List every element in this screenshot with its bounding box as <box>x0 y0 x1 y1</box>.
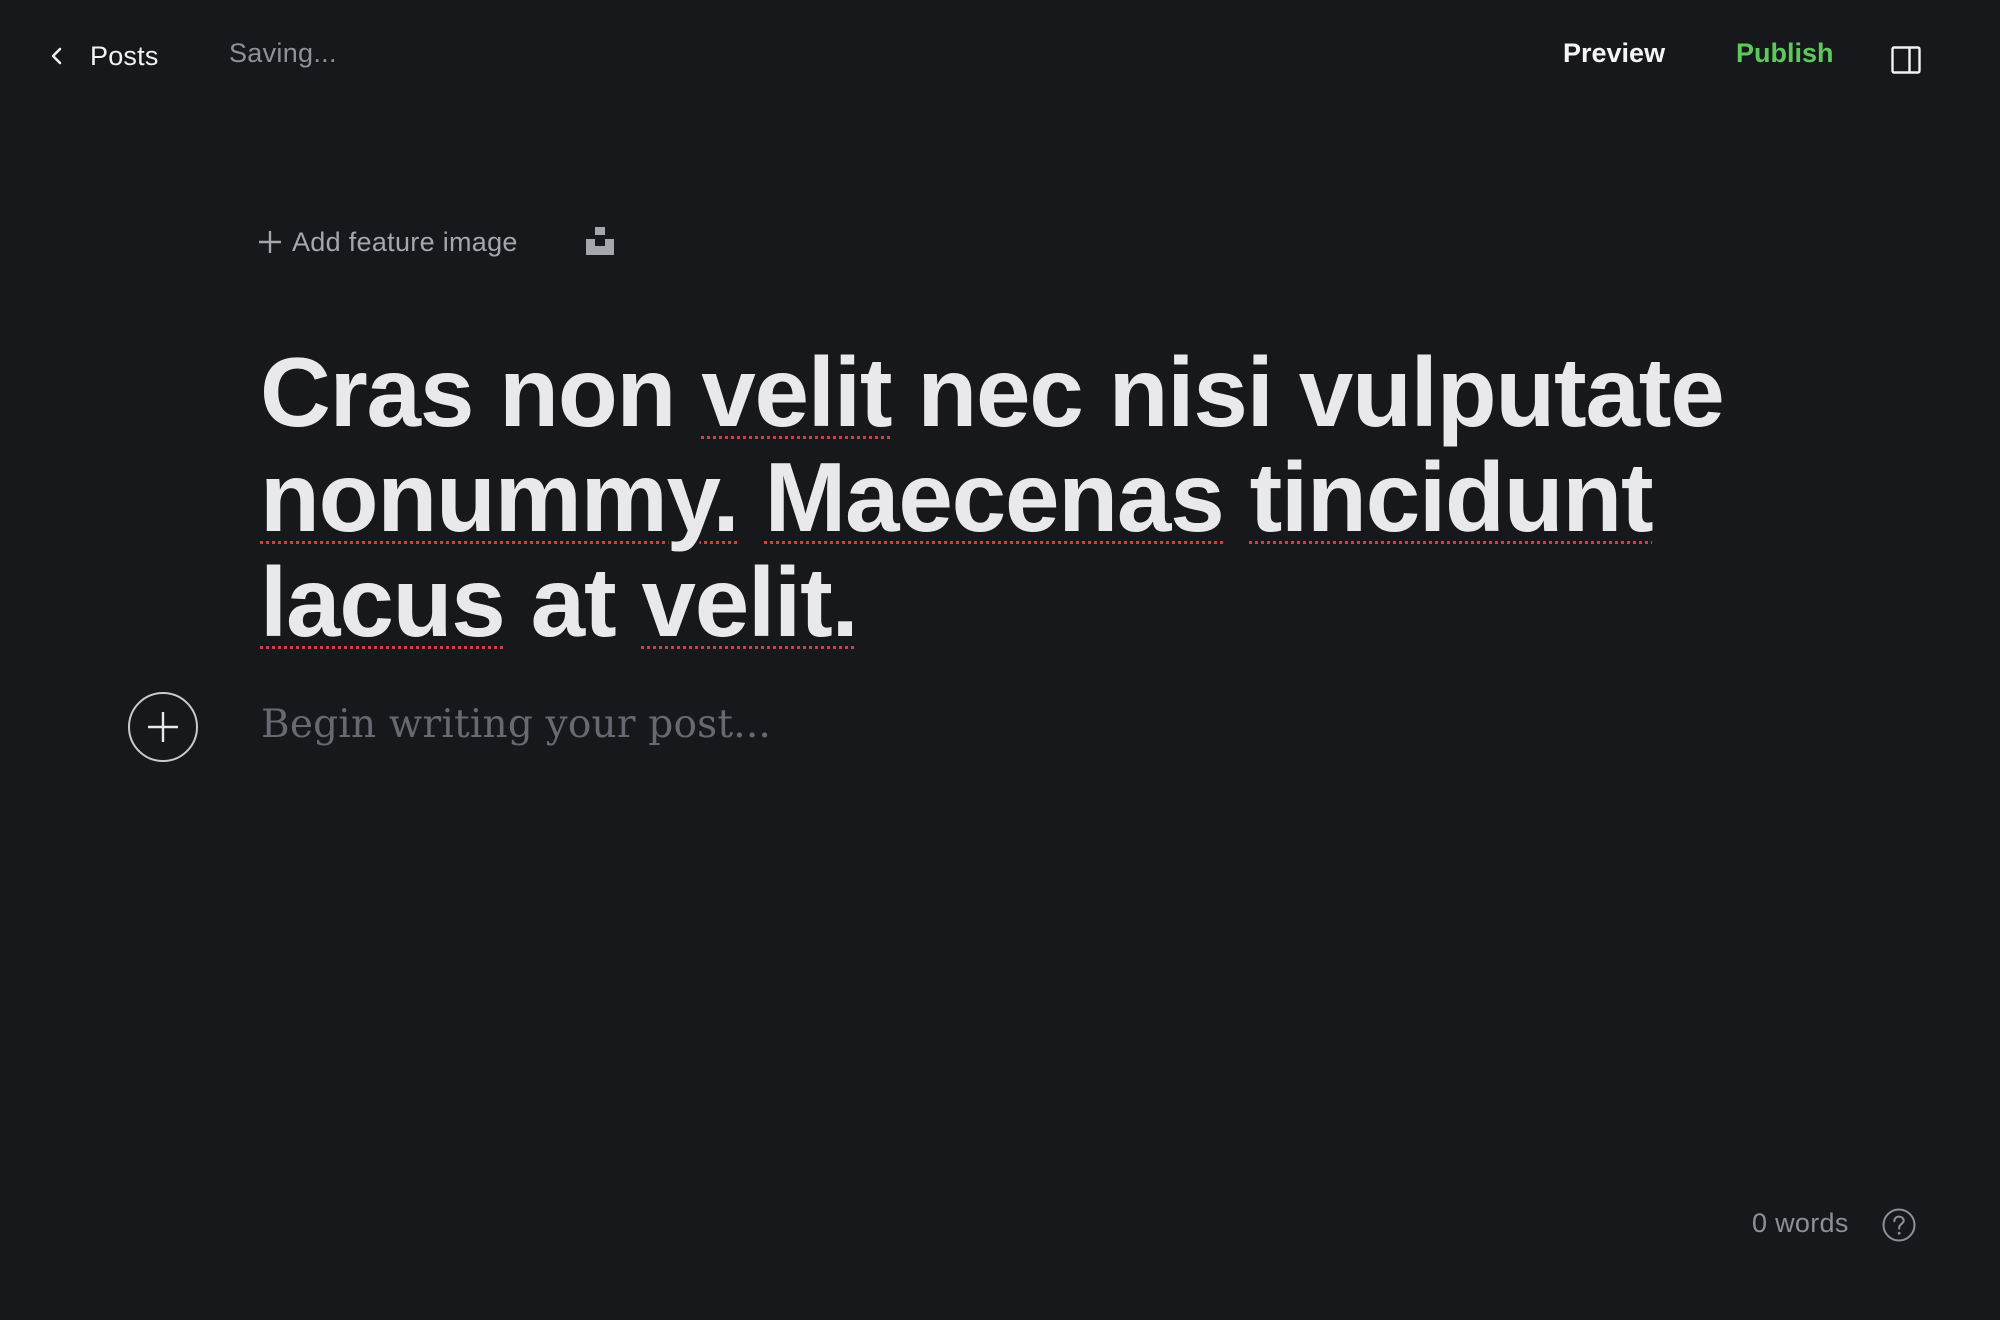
post-body-editor[interactable]: Begin writing your post... <box>261 702 1661 747</box>
title-word: Cras <box>260 337 474 447</box>
sidebar-panel-icon <box>1891 46 1921 74</box>
title-word: nisi <box>1108 337 1274 447</box>
save-status: Saving... <box>229 38 337 68</box>
post-editor: Posts Saving... Preview Publish Add feat… <box>0 0 2000 1320</box>
add-feature-image-button[interactable]: Add feature image <box>258 224 518 260</box>
preview-button[interactable]: Preview <box>1563 38 1665 69</box>
misspelled-word: velit. <box>641 547 858 657</box>
misspelled-word: tincidunt <box>1249 442 1654 552</box>
back-to-posts-button[interactable]: Posts <box>50 36 159 76</box>
title-word: vulputate <box>1298 337 1725 447</box>
question-circle-icon <box>1882 1208 1916 1242</box>
editor-header: Posts Saving... Preview Publish <box>0 0 2000 112</box>
title-word: non <box>499 337 676 447</box>
misspelled-word: velit <box>701 337 892 447</box>
publish-button[interactable]: Publish <box>1736 38 1834 69</box>
unsplash-button[interactable] <box>585 227 615 255</box>
post-title-input[interactable]: Cras non velit nec nisi vulputate nonumm… <box>260 340 1800 655</box>
plus-icon <box>259 231 281 253</box>
misspelled-word: Maecenas <box>764 442 1225 552</box>
misspelled-word: lacus <box>260 547 506 657</box>
unsplash-icon <box>586 227 614 255</box>
title-word: at <box>530 547 617 657</box>
plus-circle-icon <box>148 712 178 742</box>
misspelled-word: nonummy. <box>260 442 740 552</box>
add-feature-image-label: Add feature image <box>292 226 518 257</box>
title-word: nec <box>917 337 1083 447</box>
add-card-button[interactable] <box>128 692 198 762</box>
back-label: Posts <box>90 40 159 71</box>
word-count: 0 words <box>1752 1208 1849 1238</box>
help-button[interactable] <box>1882 1208 1916 1242</box>
chevron-left-icon <box>50 45 64 67</box>
sidebar-toggle-button[interactable] <box>1891 46 1921 74</box>
